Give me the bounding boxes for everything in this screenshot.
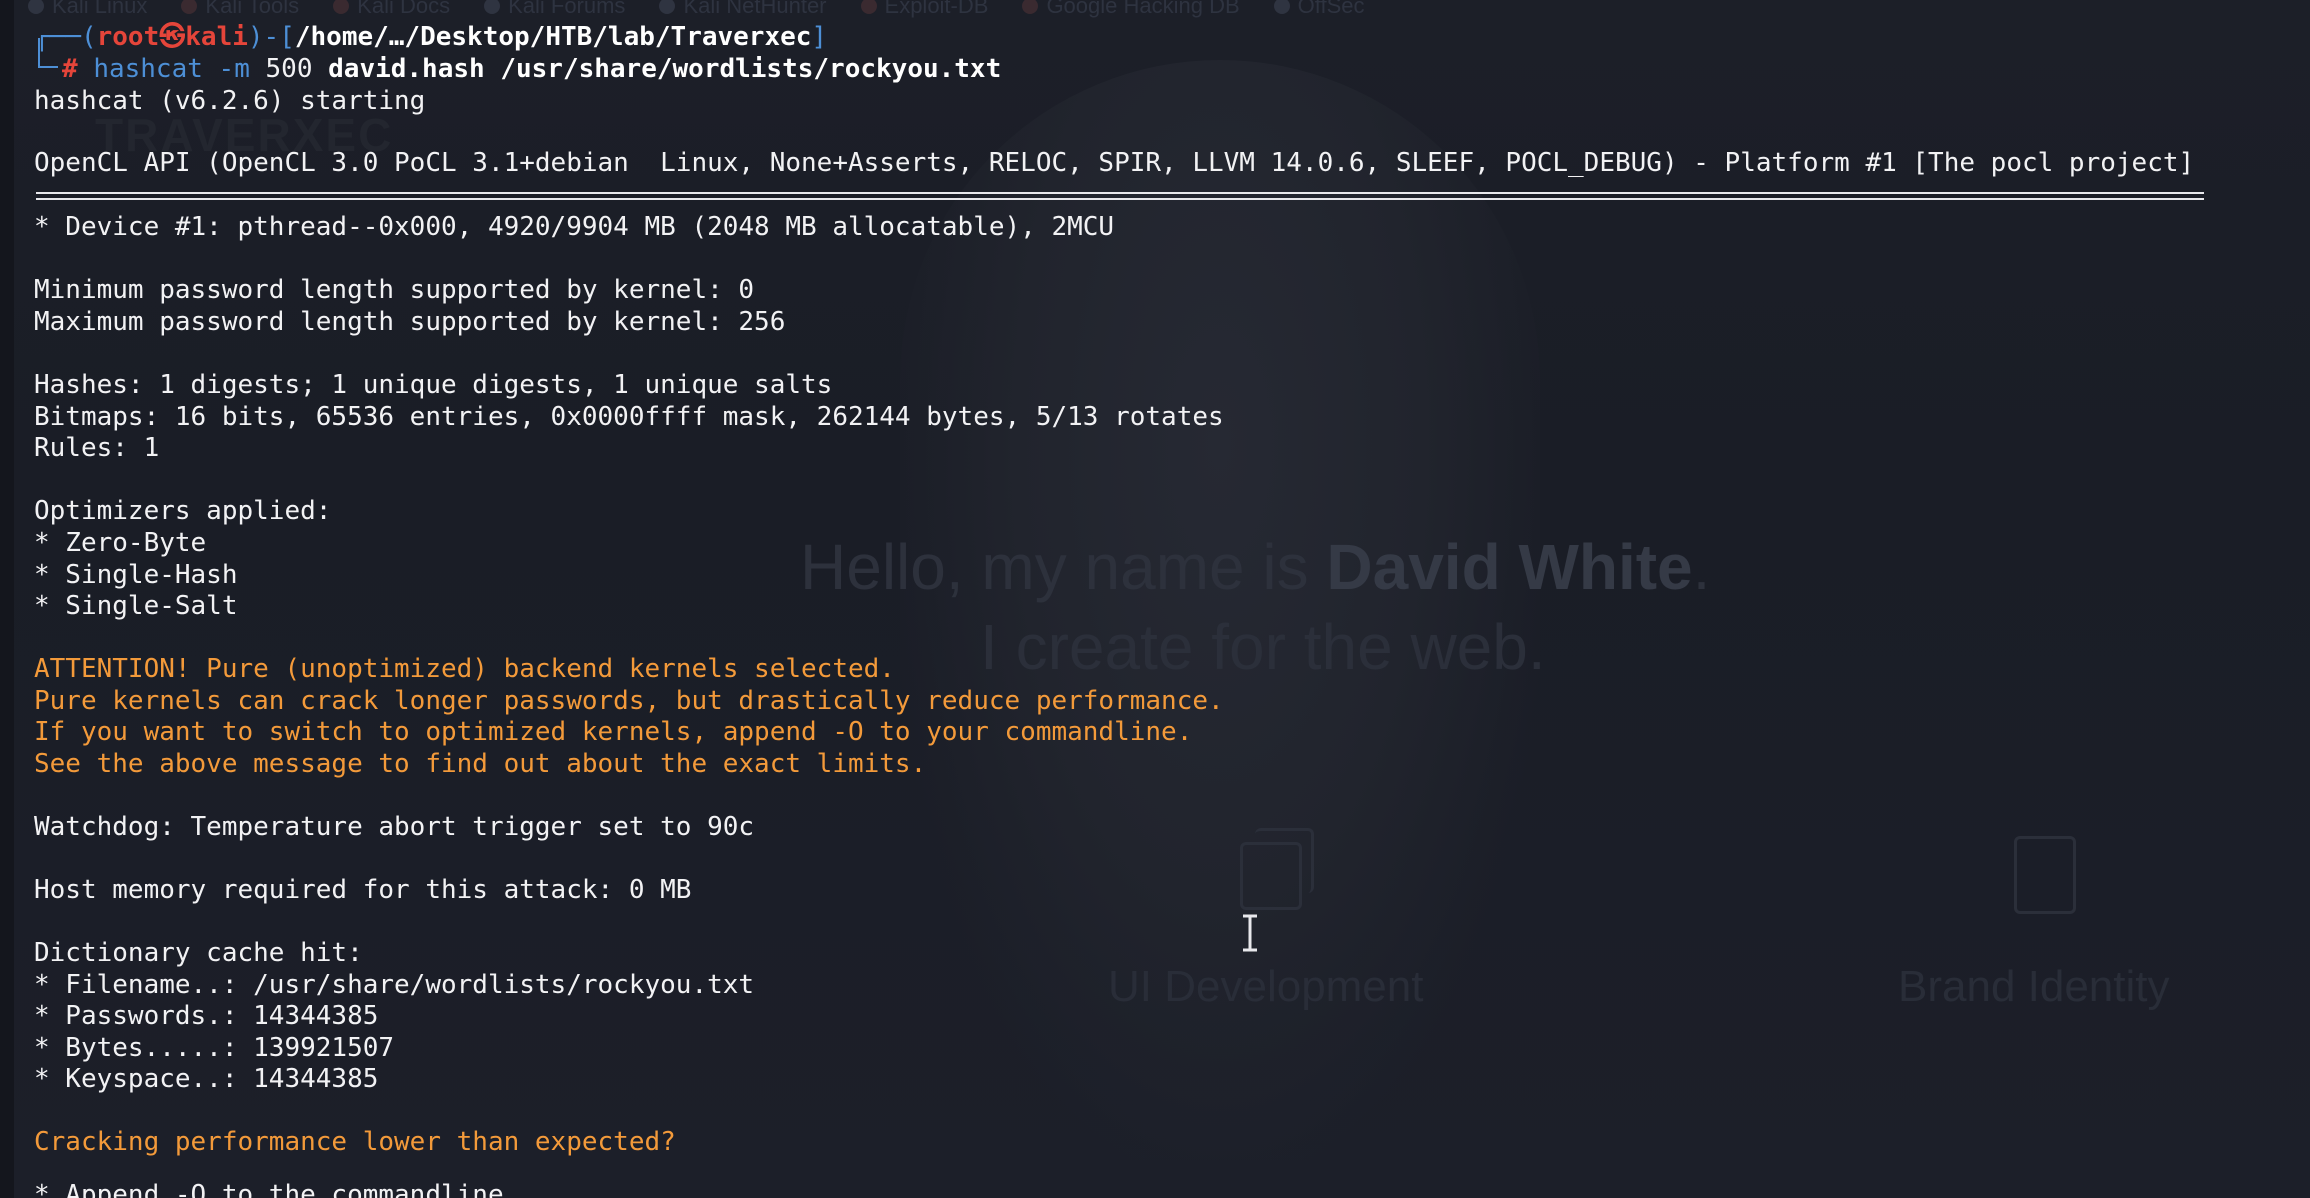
output-line: * Device #1: pthread--0x000, 4920/9904 M… (34, 212, 1115, 242)
output-line: Maximum password length supported by ker… (34, 307, 786, 337)
output-line: * Filename..: /usr/share/wordlists/rocky… (34, 970, 755, 1000)
warning-line: See the above message to find out about … (34, 749, 927, 779)
terminal-window[interactable]: ┌──(root㉿kali)-[/home/…/Desktop/HTB/lab/… (0, 0, 2310, 1198)
output-line: Hashes: 1 digests; 1 unique digests, 1 u… (34, 370, 833, 400)
output-line: * Append -O to the commandline. (34, 1180, 520, 1198)
command-mode: 500 (265, 54, 313, 84)
output-line: * Single-Hash (34, 560, 238, 590)
output-line: * Keyspace..: 14344385 (34, 1064, 379, 1094)
command-line: # hashcat -m 500 david.hash /usr/share/w… (62, 54, 1001, 86)
output-line: Optimizers applied: (34, 496, 332, 526)
output-line: * Zero-Byte (34, 528, 207, 558)
output-line: * Single-Salt (34, 591, 238, 621)
prompt-host: kali (185, 22, 248, 52)
output-line: Watchdog: Temperature abort trigger set … (34, 812, 755, 842)
separator-rule (36, 192, 2204, 200)
text-cursor-icon (1243, 914, 1257, 952)
output-line: Bitmaps: 16 bits, 65536 entries, 0x0000f… (34, 402, 1224, 432)
output-line: Rules: 1 (34, 433, 160, 463)
prompt-close: ] (811, 22, 828, 52)
warning-line: If you want to switch to optimized kerne… (34, 717, 1193, 747)
output-line: hashcat (v6.2.6) starting (34, 86, 426, 116)
warning-line: Cracking performance lower than expected… (34, 1127, 676, 1157)
output-line: Host memory required for this attack: 0 … (34, 875, 692, 905)
prompt-path: /home/…/Desktop/HTB/lab/Traverxec (294, 22, 812, 52)
prompt-user: root (96, 22, 160, 52)
command-name: hashcat (93, 54, 203, 84)
prompt-hash: # (62, 54, 78, 84)
warning-line: Pure kernels can crack longer passwords,… (34, 686, 1224, 716)
prompt-open: ┌──( (34, 22, 97, 52)
desktop-screen: Kali Linux Kali Tools Kali Docs Kali For… (0, 0, 2310, 1198)
prompt-at: ㉿ (159, 22, 186, 52)
output-line: OpenCL API (OpenCL 3.0 PoCL 3.1+debian L… (34, 148, 2195, 178)
prompt-sep: )-[ (247, 22, 295, 52)
prompt-line: ┌──(root㉿kali)-[/home/…/Desktop/HTB/lab/… (34, 22, 827, 54)
command-flag: -m (218, 54, 250, 84)
output-line: * Bytes.....: 139921507 (34, 1033, 395, 1063)
command-args: david.hash /usr/share/wordlists/rockyou.… (328, 54, 1002, 84)
output-line: Dictionary cache hit: (34, 938, 363, 968)
output-line: Minimum password length supported by ker… (34, 275, 755, 305)
output-line: * Passwords.: 14344385 (34, 1001, 379, 1031)
warning-line: ATTENTION! Pure (unoptimized) backend ke… (34, 654, 895, 684)
